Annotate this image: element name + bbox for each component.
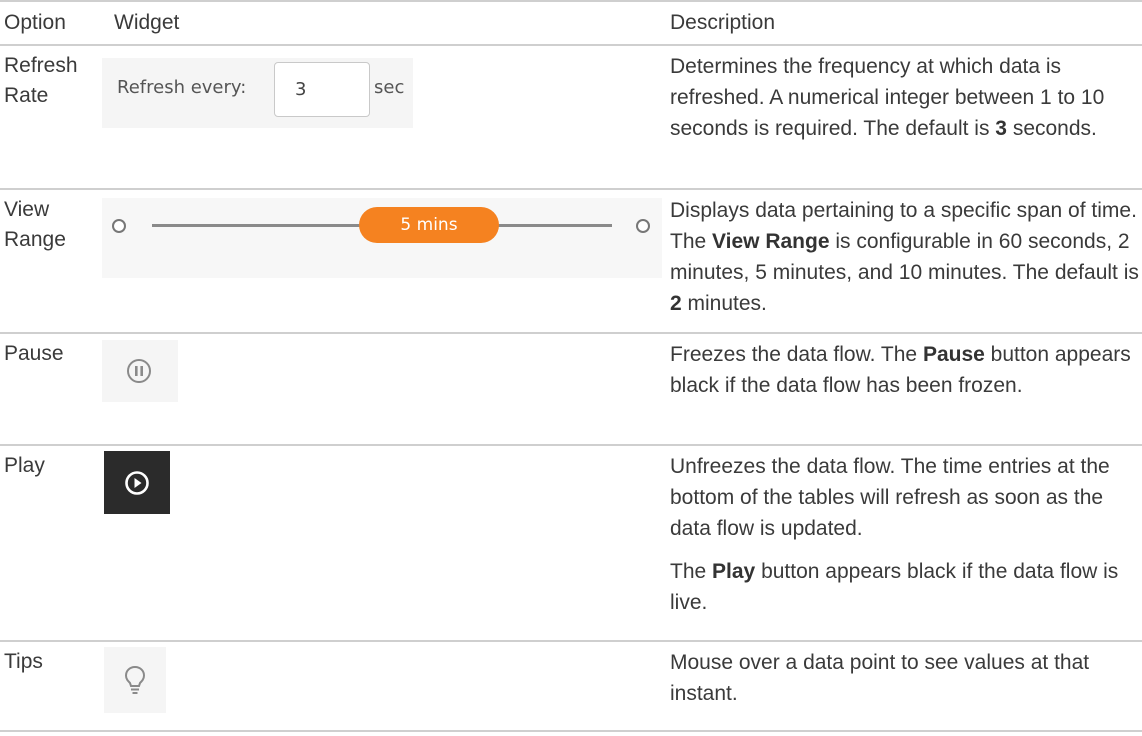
header-option: Option — [4, 11, 66, 34]
description-pause: Freezes the data flow. The Pause button … — [670, 343, 1131, 397]
option-refresh-rate: Refresh Rate — [4, 54, 78, 107]
refresh-unit: sec — [374, 77, 405, 98]
table-row-tips: Tips Mouse over a data point to see valu… — [0, 640, 1142, 732]
play-widget — [104, 451, 170, 514]
table-row-refresh-rate: Refresh Rate Refresh every: sec Determin… — [0, 44, 1142, 188]
description-refresh-rate: Determines the frequency at which data i… — [670, 55, 1105, 140]
option-pause: Pause — [4, 342, 64, 365]
description-tips: Mouse over a data point to see values at… — [670, 651, 1090, 705]
description-play: Unfreezes the data flow. The time entrie… — [670, 455, 1119, 614]
range-selected-pill[interactable]: 5 mins — [359, 207, 499, 243]
range-start-dot[interactable] — [112, 219, 126, 233]
lightbulb-icon[interactable] — [123, 665, 147, 697]
option-view-range: View Range — [4, 198, 66, 251]
refresh-label: Refresh every: — [117, 77, 247, 98]
pause-circle-icon[interactable] — [126, 358, 152, 384]
header-widget: Widget — [114, 11, 180, 34]
option-tips: Tips — [4, 650, 43, 673]
refresh-interval-input[interactable] — [274, 62, 370, 117]
range-end-dot[interactable] — [636, 219, 650, 233]
description-view-range: Displays data pertaining to a specific s… — [670, 199, 1139, 315]
view-range-widget: 5 mins — [102, 198, 662, 278]
table-row-pause: Pause Freezes the data flow. The Pause b… — [0, 332, 1142, 444]
option-play: Play — [4, 454, 45, 477]
header-description: Description — [670, 11, 776, 34]
table-header-row: Option Widget Description — [0, 0, 1142, 44]
pause-widget — [102, 340, 178, 402]
table-row-view-range: View Range 5 mins Displays data pertaini… — [0, 188, 1142, 332]
tips-widget — [104, 647, 166, 713]
refresh-rate-widget: Refresh every: sec — [102, 58, 413, 128]
play-circle-icon[interactable] — [124, 470, 150, 496]
options-table: Option Widget Description Refresh Rate R… — [0, 0, 1142, 732]
table-row-play: Play Unfreezes the data flow. The time e… — [0, 444, 1142, 640]
